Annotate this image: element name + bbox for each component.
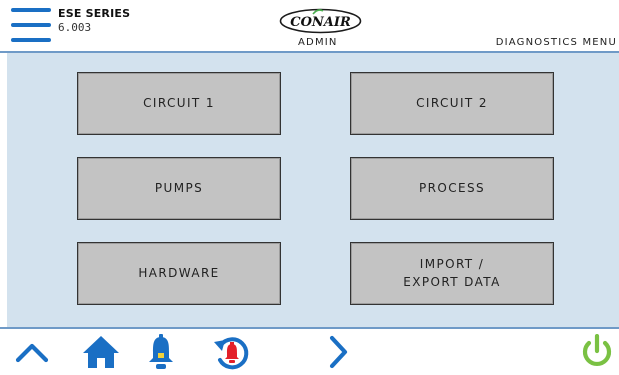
import-export-data-button[interactable]: IMPORT / EXPORT DATA (350, 242, 554, 305)
hamburger-menu-icon[interactable] (11, 6, 51, 44)
product-series: ESE SERIES (58, 7, 131, 20)
circuit-1-button[interactable]: CIRCUIT 1 (77, 72, 281, 135)
circuit-2-button[interactable]: CIRCUIT 2 (350, 72, 554, 135)
alarm-history-icon[interactable] (210, 332, 254, 372)
hardware-button[interactable]: HARDWARE (77, 242, 281, 305)
bottom-navigation-bar (0, 327, 619, 375)
header-bar: ESE SERIES 6.003 CONAIR ADMIN DIAGNOSTIC… (0, 0, 619, 53)
page-title: DIAGNOSTICS MENU (495, 37, 617, 48)
footer-divider (0, 327, 619, 329)
process-button[interactable]: PROCESS (350, 157, 554, 220)
diagnostics-menu-panel: CIRCUIT 1 CIRCUIT 2 PUMPS PROCESS HARDWA… (7, 53, 619, 327)
logo-text: CONAIR (290, 15, 351, 30)
software-version: 6.003 (58, 21, 92, 34)
alarm-bell-icon[interactable] (139, 332, 183, 372)
user-role: ADMIN (298, 37, 338, 48)
power-icon[interactable] (575, 332, 619, 372)
conair-logo: CONAIR (279, 8, 362, 34)
home-icon[interactable] (79, 332, 123, 372)
pumps-button[interactable]: PUMPS (77, 157, 281, 220)
chevron-right-icon[interactable] (316, 332, 360, 372)
chevron-up-icon[interactable] (10, 332, 54, 372)
